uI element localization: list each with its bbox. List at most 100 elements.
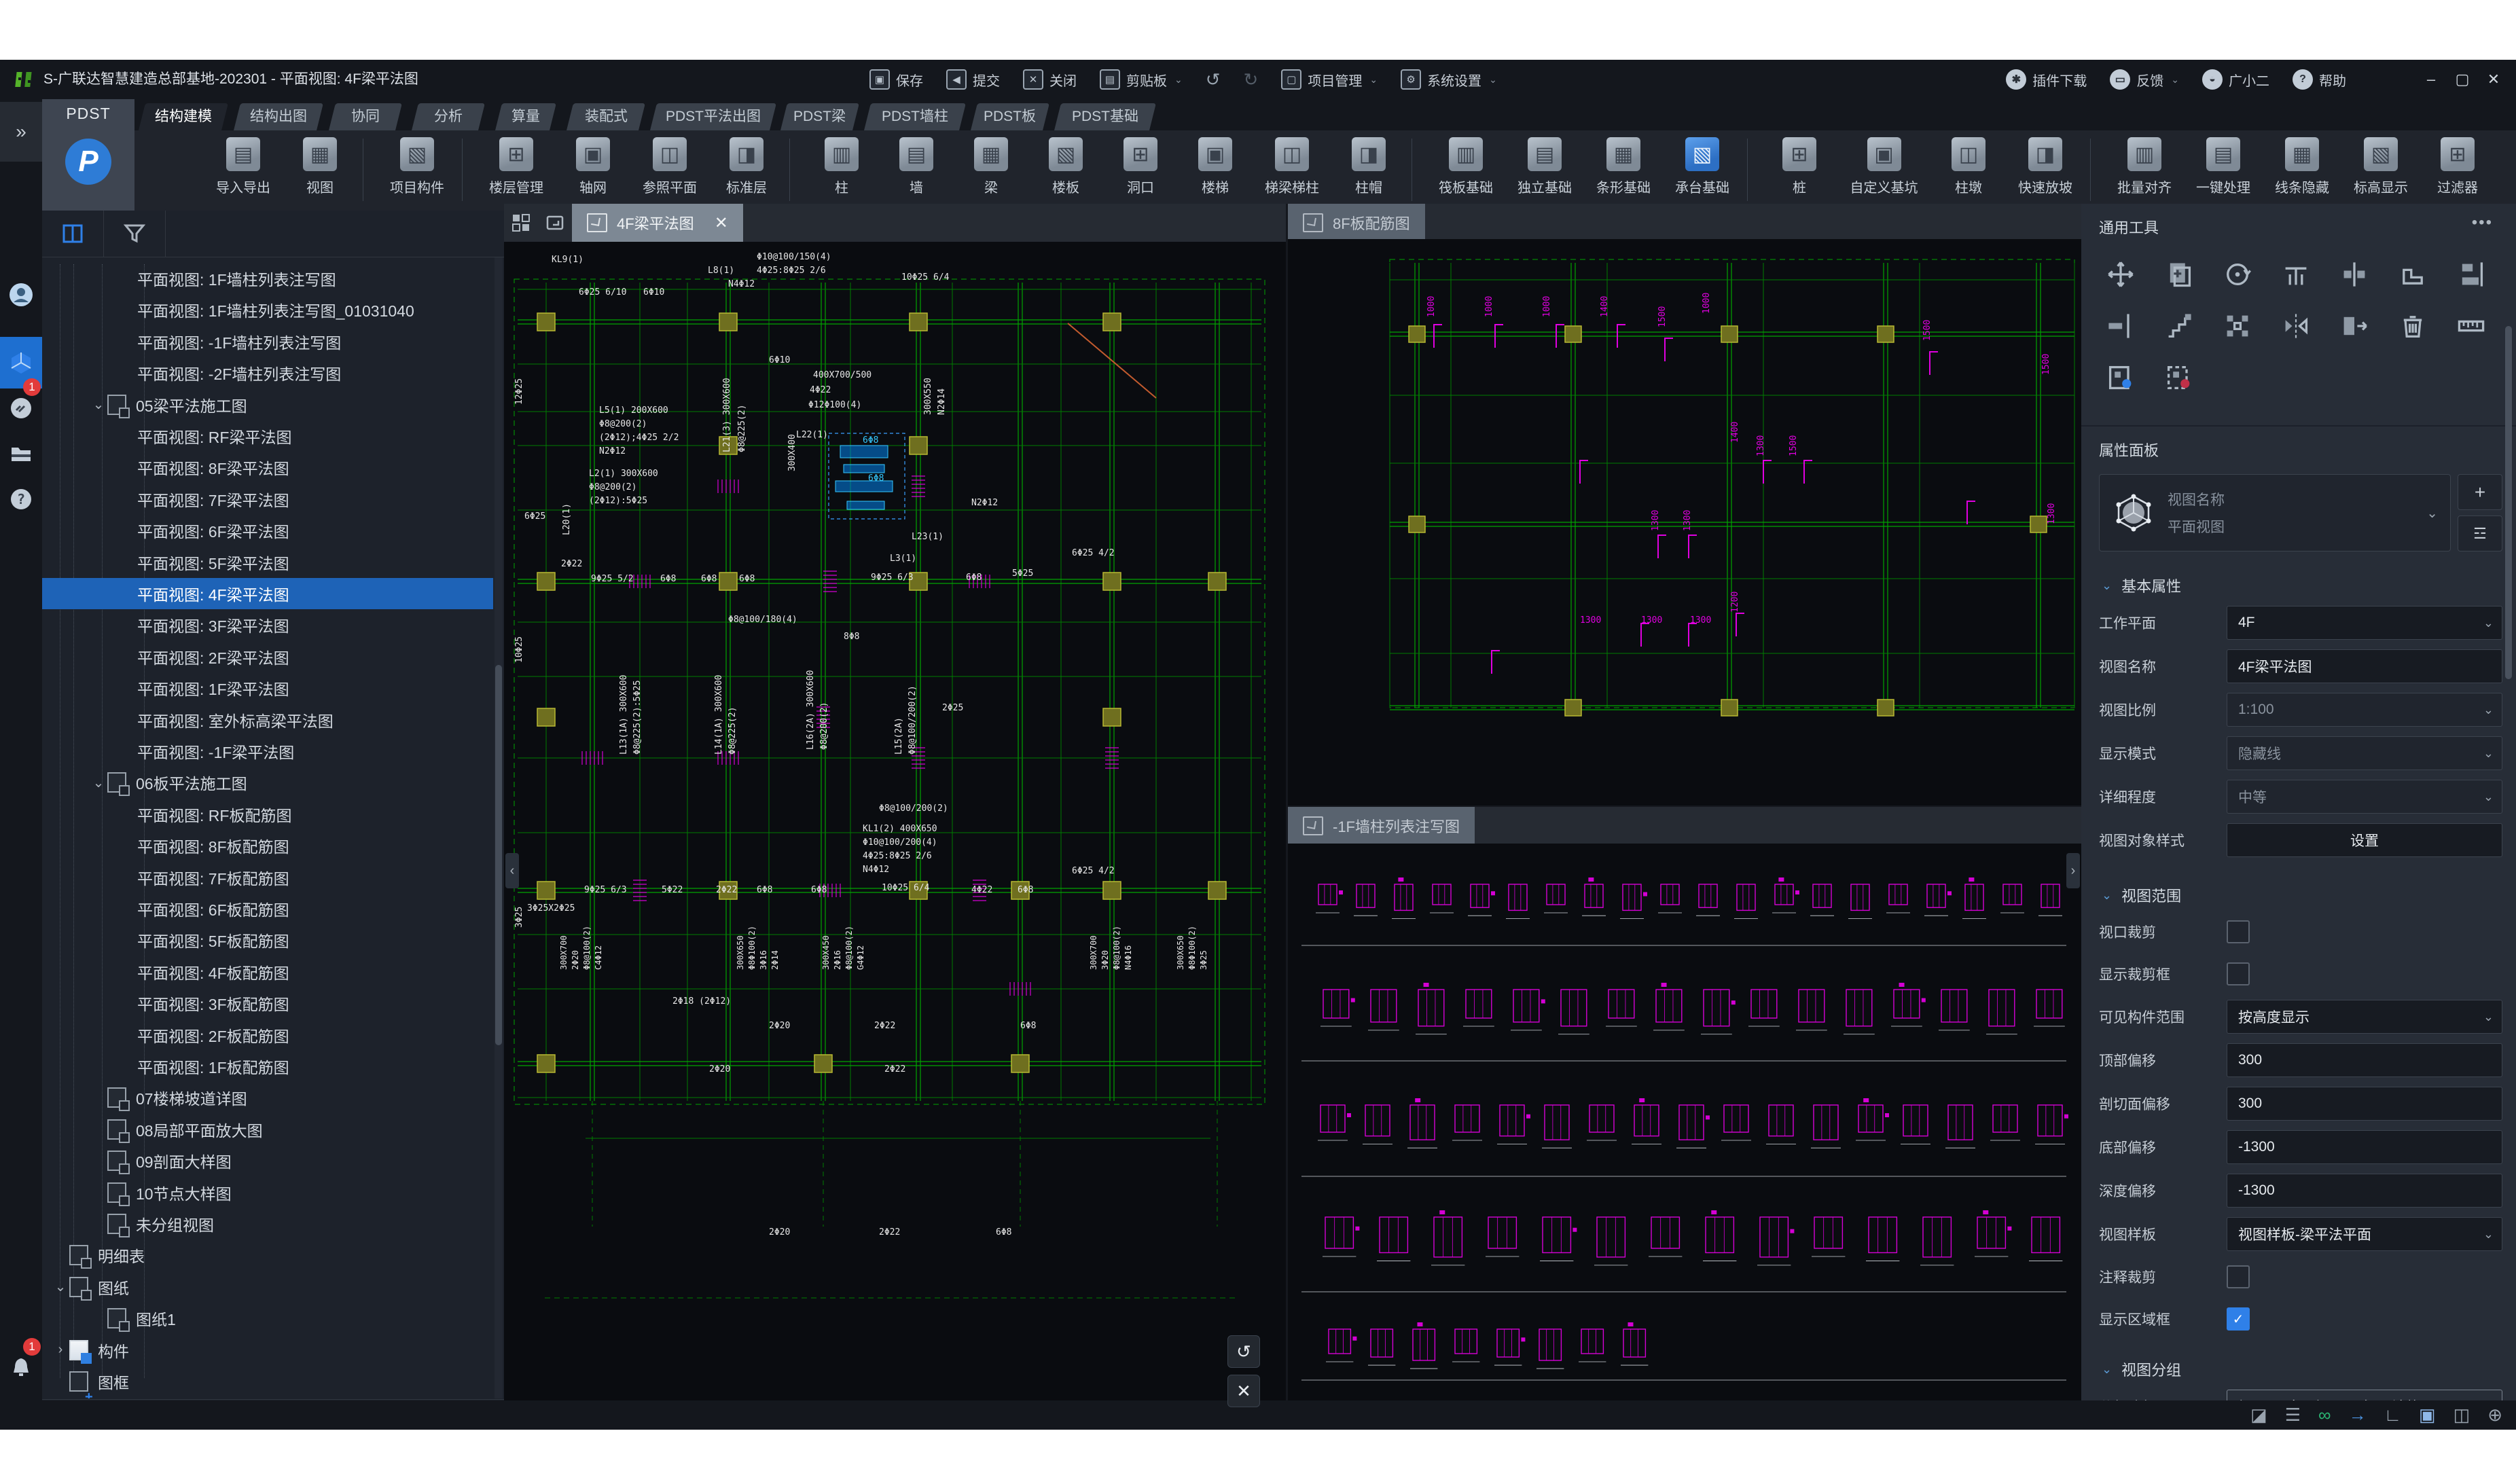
tree-item[interactable]: 平面视图: 1F墙柱列表注写图 [42,263,493,294]
tree-chevron-icon[interactable]: › [52,1342,69,1358]
ribbon-button-洞口[interactable]: ⊞洞口 [1103,134,1178,196]
rail-item-help-icon[interactable]: ? [0,473,42,525]
ribbon-button-墙[interactable]: ▤墙 [879,134,954,196]
tool-align-mid-icon[interactable] [2335,255,2373,293]
关闭-button[interactable]: ✕关闭 [1023,69,1077,90]
tree-item[interactable]: ›构件 [42,1335,493,1366]
checkbox-显示裁剪框[interactable] [2227,962,2250,985]
tool-delete-icon[interactable] [2394,307,2432,345]
pdst-tab[interactable]: PDST [42,105,134,123]
collapse-left-icon[interactable]: ‹ [505,853,519,888]
系统设置-menu[interactable]: ⚙系统设置⌄ [1401,69,1497,90]
slab-rebar-canvas[interactable]: 1000100010001400150010001300150013001300… [1288,239,2081,806]
tool-rotate-icon[interactable] [2218,255,2257,293]
tree-item[interactable]: 平面视图: 3F梁平法图 [42,609,493,640]
more-icon[interactable]: ••• [2472,213,2493,232]
ribbon-button-承台基础[interactable]: ▧承台基础 [1663,134,1742,196]
rail-item-worker-icon[interactable] [0,269,42,321]
float-window-icon[interactable] [545,213,565,233]
tree-item[interactable]: ⌄图纸 [42,1271,493,1303]
tool-extend-icon[interactable] [2335,307,2373,345]
帮助-button[interactable]: ?帮助 [2293,69,2346,90]
ribbon-button-柱[interactable]: ▥柱 [804,134,879,196]
tree-item[interactable]: ⌄05梁平法施工图 [42,389,493,420]
tree-item[interactable]: 平面视图: 8F梁平法图 [42,452,493,483]
tool-match-blue-icon[interactable] [2102,359,2140,397]
tree-item[interactable]: 09剖面大样图 [42,1145,493,1176]
input-底部偏移[interactable]: -1300 [2227,1130,2502,1164]
tree-item[interactable]: 平面视图: 7F梁平法图 [42,484,493,515]
undo-button[interactable]: ↺ [1206,69,1221,90]
close-button[interactable]: ✕ [2478,71,2509,88]
tool-copy-icon[interactable] [2160,255,2198,293]
select-视图比例[interactable]: 1:100⌄ [2227,693,2502,727]
tree-item[interactable]: 未分组视图 [42,1208,493,1239]
ribbon-button-独立基础[interactable]: ▤独立基础 [1505,134,1584,196]
column-schedule-canvas[interactable] [1288,844,2081,1402]
ribbon-tab-PDST墙柱[interactable]: PDST墙柱 [864,103,966,130]
tree-item[interactable]: 平面视图: 4F梁平法图 [42,578,493,609]
checkbox-显示区域框[interactable]: ✓ [2227,1307,2250,1331]
section-chevron-icon[interactable]: ⌄ [2102,579,2112,593]
tree-chevron-icon[interactable]: ⌄ [90,774,107,791]
tree-item[interactable]: 平面视图: 1F梁平法图 [42,672,493,704]
tree-item[interactable]: 平面视图: 3F板配筋图 [42,988,493,1019]
提交-button[interactable]: ◀提交 [946,69,1000,90]
input-剖切面偏移[interactable]: 300 [2227,1087,2502,1121]
select-可见构件范围[interactable]: 按高度显示⌄ [2227,1000,2502,1034]
status-cube-icon[interactable]: ◫ [2454,1405,2470,1426]
input-顶部偏移[interactable]: 300 [2227,1043,2502,1077]
status-zoom-icon[interactable]: ⊕ [2487,1405,2502,1426]
redo-button[interactable]: ↻ [1244,69,1259,90]
input-深度偏移[interactable]: -1300 [2227,1174,2502,1208]
ribbon-button-条形基础[interactable]: ▦条形基础 [1584,134,1663,196]
select-视图样板[interactable]: 视图样板-梁平法平面⌄ [2227,1217,2502,1251]
tree-item[interactable]: 08局部平面放大图 [42,1114,493,1145]
ribbon-button-自定义基坑[interactable]: ▣自定义基坑 [1837,134,1931,196]
tree-item[interactable]: 平面视图: 2F板配筋图 [42,1019,493,1051]
tree-item[interactable]: 平面视图: -1F墙柱列表注写图 [42,326,493,357]
tree-item[interactable]: 平面视图: 6F梁平法图 [42,515,493,546]
filter-icon[interactable] [104,211,166,257]
tree-item[interactable]: 平面视图: 7F板配筋图 [42,862,493,893]
tools-scrollbar[interactable] [2505,326,2512,679]
ribbon-button-参照平面[interactable]: ◫参照平面 [630,134,709,196]
tool-array-icon[interactable] [2218,307,2257,345]
status-corner-icon[interactable]: ∟ [2384,1405,2401,1426]
tree-chevron-icon[interactable]: ⌄ [52,1278,69,1295]
tree-item[interactable]: 平面视图: 5F板配筋图 [42,924,493,956]
ribbon-tab-PDST基础[interactable]: PDST基础 [1054,103,1156,130]
doc-tab-active[interactable]: 4F梁平法图 ✕ [572,204,743,242]
ribbon-button-过滤器[interactable]: ⊞过滤器 [2420,134,2495,196]
保存-button[interactable]: ▣保存 [869,69,923,90]
剪贴板-button[interactable]: ▤剪贴板⌄ [1100,69,1183,90]
pdst-app-block[interactable]: PDST P [42,99,134,211]
tree-item[interactable]: 图框 [42,1366,493,1397]
tool-align-corner-icon[interactable] [2394,255,2432,293]
ribbon-tab-PDST梁[interactable]: PDST梁 [780,103,859,130]
chevron-down-icon[interactable]: ⌄ [2426,505,2438,522]
rail-item-bell-icon[interactable]: 1 [0,1342,42,1394]
tree-item[interactable]: 平面视图: 8F板配筋图 [42,830,493,861]
ribbon-button-线条隐藏[interactable]: ▦线条隐藏 [2263,134,2341,196]
tree-item[interactable]: 平面视图: -1F梁平法图 [42,736,493,767]
rail-item-folder-icon[interactable] [0,428,42,479]
ribbon-button-柱帽[interactable]: ◨柱帽 [1331,134,1406,196]
beam-plan-canvas[interactable]: 6Φ25 6/106Φ10L8(1)Φ10@100/150(4)4Φ25:8Φ2… [504,242,1286,1399]
ribbon-tab-分析[interactable]: 分析 [412,103,485,130]
tree-item[interactable]: 平面视图: 5F梁平法图 [42,547,493,578]
tree-item[interactable]: 平面视图: 室外标高梁平法图 [42,704,493,736]
type-selector[interactable]: 视图名称 平面视图 ⌄ + ☲ [2099,474,2502,551]
type-settings-button[interactable]: ☲ [2458,515,2502,551]
maximize-button[interactable]: ▢ [2447,71,2478,88]
ribbon-tab-结构出图[interactable]: 结构出图 [234,103,323,130]
ribbon-button-柱墩[interactable]: ◫柱墩 [1931,134,2006,196]
status-redirect-icon[interactable]: → [2349,1405,2367,1426]
插件下载-button[interactable]: ✱插件下载 [2006,69,2087,90]
select-工作平面[interactable]: 4F⌄ [2227,606,2502,640]
ribbon-tab-结构建模[interactable]: 结构建模 [139,103,228,130]
tree-item[interactable]: ⌄06板平法施工图 [42,767,493,798]
tree-item[interactable]: 平面视图: 6F板配筋图 [42,893,493,924]
ribbon-button-梁[interactable]: ▦梁 [954,134,1028,196]
checkbox-注释裁剪[interactable] [2227,1265,2250,1288]
